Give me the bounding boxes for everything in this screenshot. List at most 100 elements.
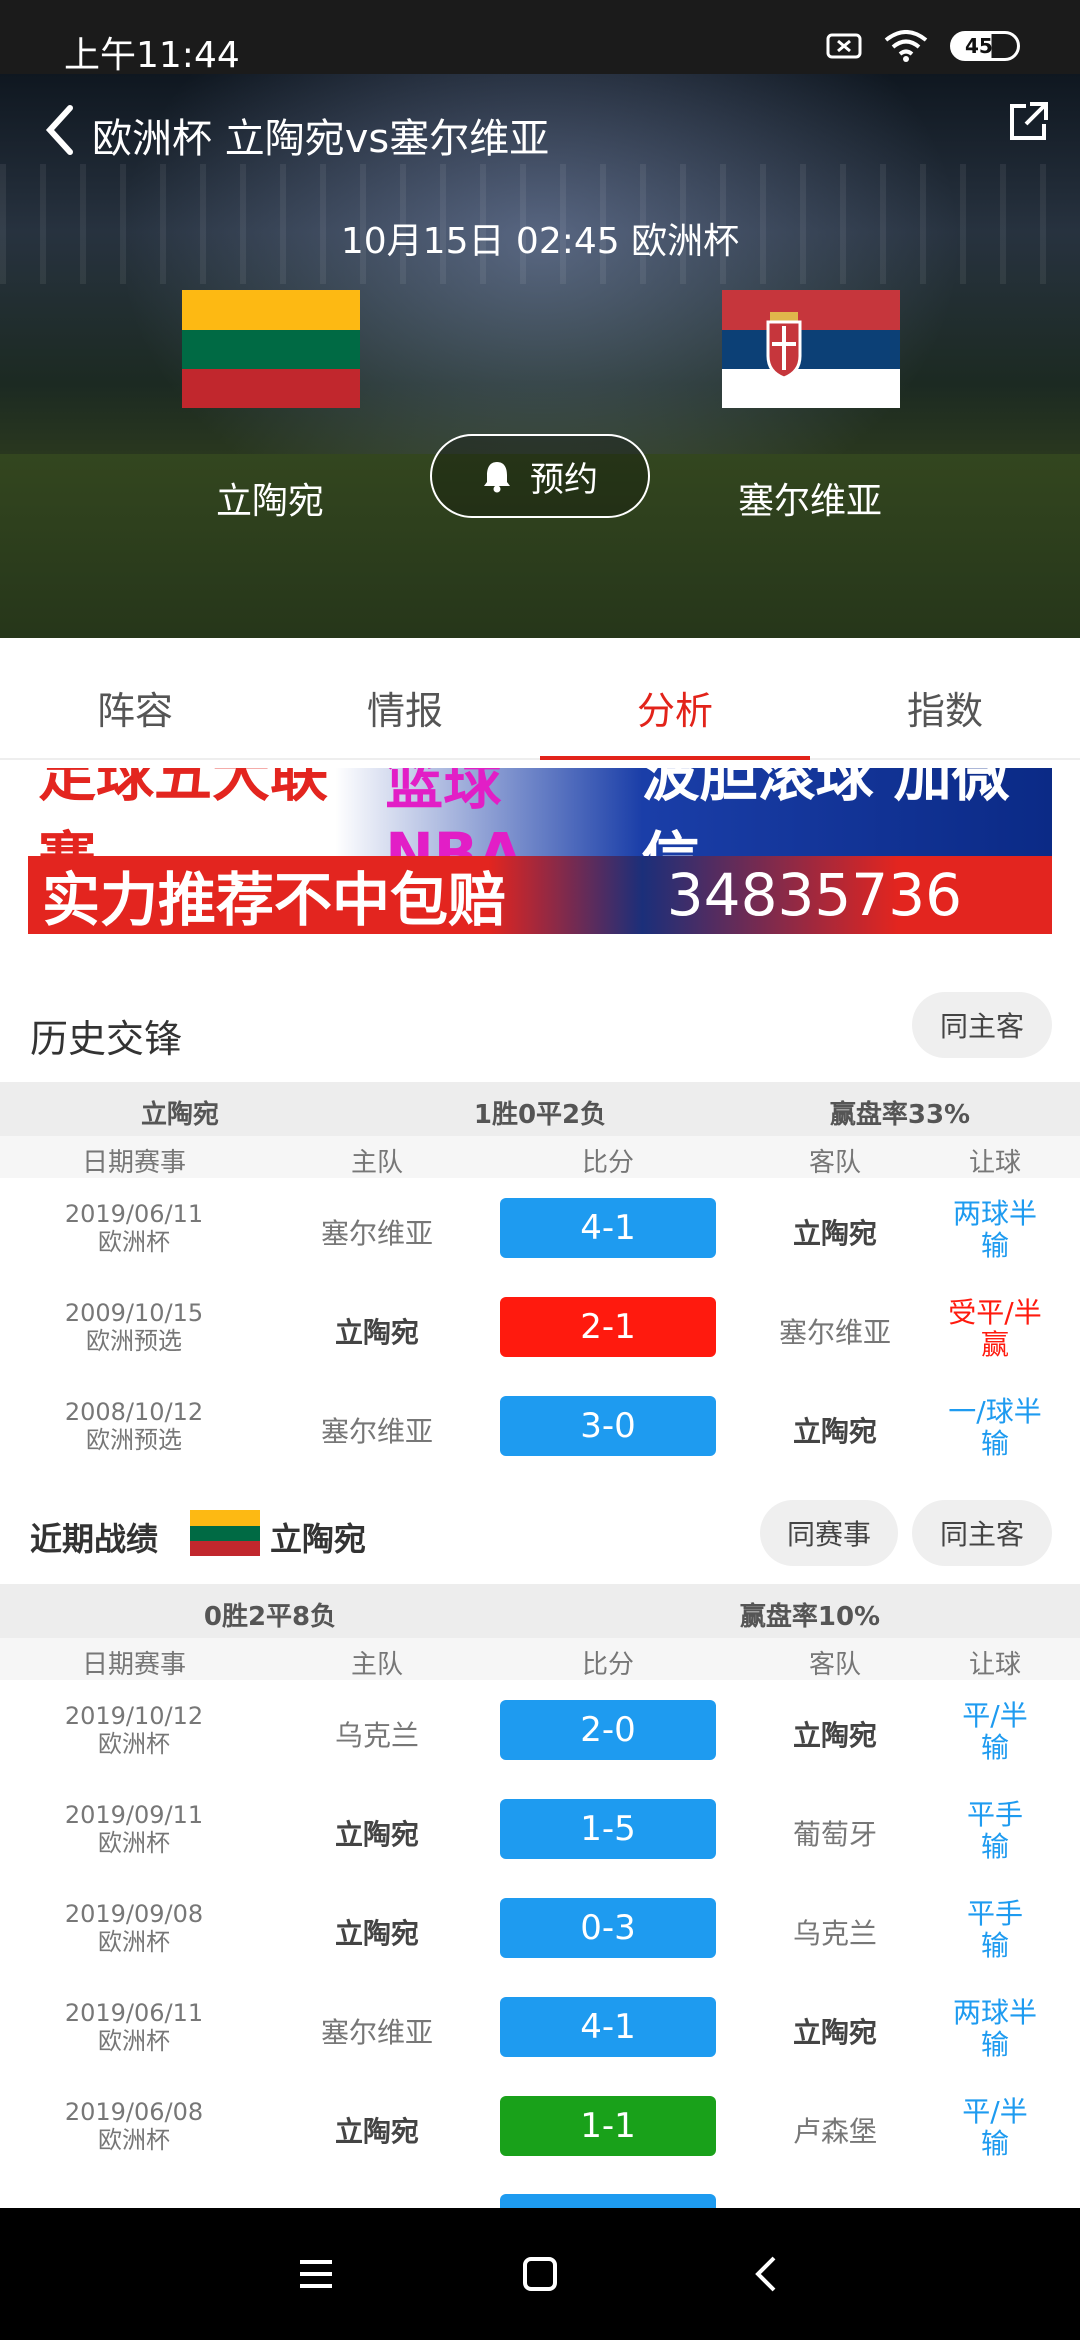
handicap-line1: 平手 (966, 1897, 1023, 1930)
score-badge: 4-1 (500, 1198, 716, 1258)
h2h-summary: 立陶宛 1胜0平2负 赢盘率33% (0, 1082, 1080, 1136)
h2h-summary-team: 立陶宛 (140, 1100, 219, 1130)
away-team: 葡萄牙 (792, 1818, 877, 1851)
handicap: 平手输 (940, 1799, 1050, 1863)
score-badge: 3-0 (500, 1396, 716, 1456)
match-date: 2019/09/11 欧洲杯 (34, 1801, 234, 1857)
h2h-header: 历史交锋 同主客 (0, 980, 1080, 1080)
back-icon[interactable] (746, 2252, 790, 2296)
home-team: 立陶宛 (334, 1818, 419, 1851)
recent-summary-rate: 赢盘率10% (739, 1602, 881, 1632)
handicap: 平/半输 (940, 1700, 1050, 1764)
tab-odds[interactable]: 指数 (810, 640, 1080, 760)
away-team: 立陶宛 (792, 1217, 877, 1250)
menu-icon[interactable] (294, 2252, 338, 2296)
handicap-line2: 输 (980, 1229, 1009, 1262)
system-nav-bar (0, 2208, 1080, 2340)
h2h-row[interactable]: 2008/10/12 欧洲预选 塞尔维亚 3-0 立陶宛 一/球半输 (0, 1376, 1080, 1475)
match-date: 2008/10/12 欧洲预选 (34, 1398, 234, 1454)
tab-lineup[interactable]: 阵容 (0, 640, 270, 760)
match-date: 2019/10/12 欧洲杯 (34, 1702, 234, 1758)
ad-text-number: 34835736 (666, 861, 962, 929)
competition-text: 欧洲预选 (86, 1426, 182, 1454)
h2h-column-headers: 日期赛事 主队 比分 客队 让球 (0, 1136, 1080, 1178)
handicap-line1: 平/半 (962, 2095, 1028, 2128)
recent-row[interactable]: 2019/06/08 欧洲杯 立陶宛 1-1 卢森堡 平/半输 (0, 2076, 1080, 2175)
date-text: 2009/10/15 (64, 1299, 204, 1327)
h2h-row[interactable]: 2019/06/11 欧洲杯 塞尔维亚 4-1 立陶宛 两球半输 (0, 1178, 1080, 1277)
recent-header: 近期战绩 立陶宛 同赛事 同主客 (0, 1482, 1080, 1582)
recent-row[interactable]: 2019/09/08 欧洲杯 立陶宛 0-3 乌克兰 平手输 (0, 1878, 1080, 1977)
handicap-line1: 平/半 (962, 1699, 1028, 1732)
col-away: 客队 (808, 1650, 861, 1680)
col-handicap: 让球 (968, 1650, 1021, 1680)
match-date: 2019/06/11 欧洲杯 (34, 1200, 234, 1256)
score-badge: 1-1 (500, 2096, 716, 2156)
away-team: 立陶宛 (792, 2016, 877, 2049)
h2h-title: 历史交锋 (30, 1017, 183, 1061)
score-badge: 2-1 (500, 1297, 716, 1357)
score-badge: 1-5 (500, 1799, 716, 1859)
home-team: 塞尔维亚 (320, 1217, 433, 1250)
col-score: 比分 (581, 1148, 634, 1178)
handicap-line2: 输 (980, 2127, 1009, 2160)
recent-team-name: 立陶宛 (270, 1520, 367, 1558)
away-team: 乌克兰 (792, 1917, 877, 1950)
tab-analysis[interactable]: 分析 (540, 640, 810, 760)
serbia-flag-icon (722, 290, 900, 408)
recent-title: 近期战绩 (30, 1520, 159, 1558)
h2h-same-venue-button[interactable]: 同主客 (912, 992, 1052, 1058)
handicap: 两球半输 (940, 1997, 1050, 2061)
recent-same-venue-button[interactable]: 同主客 (912, 1500, 1052, 1566)
competition-text: 欧洲杯 (98, 1228, 170, 1256)
col-date: 日期赛事 (81, 1148, 186, 1178)
h2h-summary-record: 1胜0平2负 (473, 1100, 607, 1130)
handicap: 一/球半输 (940, 1396, 1050, 1460)
handicap: 受平/半赢 (940, 1297, 1050, 1361)
competition-text: 欧洲杯 (98, 2126, 170, 2154)
h2h-row[interactable]: 2009/10/15 欧洲预选 立陶宛 2-1 塞尔维亚 受平/半赢 (0, 1277, 1080, 1376)
bell-icon (484, 462, 510, 493)
date-text: 2008/10/12 (64, 1398, 204, 1426)
competition-text: 欧洲杯 (98, 2027, 170, 2055)
match-date: 2019/06/11 欧洲杯 (34, 1999, 234, 2055)
tab-intel[interactable]: 情报 (270, 640, 540, 760)
recent-summary: 0胜2平8负 赢盘率10% (0, 1584, 1080, 1638)
back-arrow-icon[interactable] (40, 100, 80, 160)
lithuania-flag-icon (182, 290, 360, 408)
col-home: 主队 (350, 1650, 403, 1680)
col-away: 客队 (808, 1148, 861, 1178)
share-icon[interactable] (1006, 100, 1050, 144)
score-badge: 0-3 (500, 1898, 716, 1958)
home-team: 塞尔维亚 (320, 2016, 433, 2049)
reserve-label: 预约 (530, 459, 598, 500)
score-badge: 2-0 (500, 1700, 716, 1760)
battery-level: 45 (965, 34, 993, 58)
recent-row[interactable]: 2019/10/12 欧洲杯 乌克兰 2-0 立陶宛 平/半输 (0, 1680, 1080, 1779)
status-icons: 45 (826, 30, 1020, 62)
home-team: 立陶宛 (334, 1917, 419, 1950)
recent-column-headers: 日期赛事 主队 比分 客队 让球 (0, 1638, 1080, 1680)
sim-off-icon (826, 33, 862, 59)
home-team-name: 立陶宛 (215, 481, 324, 522)
away-team: 卢森堡 (792, 2115, 877, 2148)
date-text: 2019/09/11 (64, 1801, 204, 1829)
recent-row[interactable]: 2019/06/11 欧洲杯 塞尔维亚 4-1 立陶宛 两球半输 (0, 1977, 1080, 2076)
handicap-line1: 平手 (966, 1798, 1023, 1831)
same-competition-button[interactable]: 同赛事 (760, 1500, 898, 1566)
wifi-icon (884, 30, 928, 62)
handicap: 平/半输 (940, 2096, 1050, 2160)
score-badge-partial (500, 2194, 716, 2208)
ad-banner[interactable]: 足球五大联赛 篮球NBA 波胆滚球 加微信 实力推荐不中包赔 34835736 (28, 768, 1052, 934)
home-team: 乌克兰 (334, 1719, 419, 1752)
competition-text: 欧洲杯 (98, 1928, 170, 1956)
away-team-name: 塞尔维亚 (737, 481, 882, 522)
home-icon[interactable] (518, 2252, 562, 2296)
date-text: 2019/09/08 (64, 1900, 204, 1928)
recent-row[interactable]: 2019/09/11 欧洲杯 立陶宛 1-5 葡萄牙 平手输 (0, 1779, 1080, 1878)
date-text: 2019/06/11 (64, 1200, 204, 1228)
competition-text: 欧洲预选 (86, 1327, 182, 1355)
home-team: 立陶宛 (334, 2115, 419, 2148)
battery-icon: 45 (950, 31, 1020, 61)
reserve-button[interactable]: 预约 (430, 434, 650, 518)
